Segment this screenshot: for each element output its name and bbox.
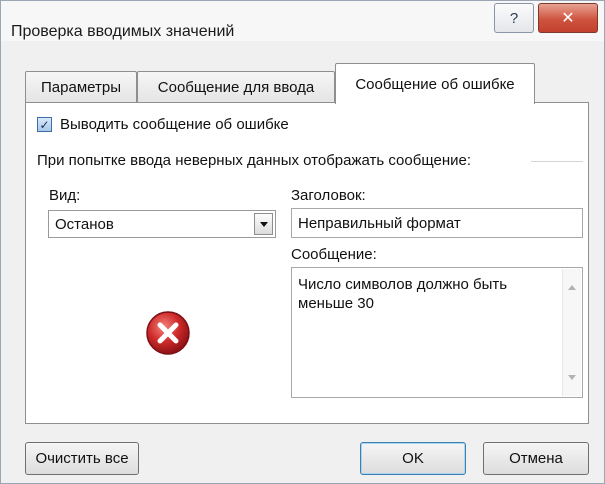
show-error-checkbox-label[interactable]: Выводить сообщение об ошибке [60,116,289,133]
chevron-down-icon[interactable] [254,213,273,235]
instruction-text: При попытке ввода неверных данных отобра… [37,152,472,169]
help-icon: ? [509,9,519,27]
message-scrollbar[interactable] [562,269,581,396]
tab-input-message[interactable]: Сообщение для ввода [137,71,335,103]
tab-error-alert[interactable]: Сообщение об ошибке [335,63,535,104]
show-error-checkbox[interactable]: ✓ [37,117,52,132]
tab-label: Сообщение об ошибке [355,75,515,93]
scroll-down-icon[interactable] [568,375,576,380]
clear-all-label: Очистить все [35,450,129,467]
title-input-value: Неправильный формат [298,215,461,232]
title-bar: Проверка вводимых значений ? ✕ [1,1,604,41]
cancel-button[interactable]: Отмена [483,442,589,475]
close-icon: ✕ [561,10,575,27]
style-label: Вид: [49,187,81,204]
ok-label: OK [402,450,424,467]
title-label: Заголовок: [291,187,366,204]
message-label: Сообщение: [291,246,377,263]
message-textarea[interactable]: Число символов должно быть меньше 30 [291,267,583,398]
title-input[interactable]: Неправильный формат [291,208,583,238]
group-separator [531,161,583,162]
ok-button[interactable]: OK [360,442,466,475]
scroll-up-icon[interactable] [568,285,576,290]
tab-parameters[interactable]: Параметры [25,71,137,103]
close-button[interactable]: ✕ [538,3,598,33]
message-text: Число символов должно быть меньше 30 [298,276,508,312]
check-mark-icon: ✓ [39,117,50,132]
help-button[interactable]: ? [494,3,534,33]
cancel-label: Отмена [509,450,563,467]
tab-label: Параметры [41,79,121,96]
tab-label: Сообщение для ввода [157,79,315,96]
style-select[interactable]: Останов [48,210,276,238]
clear-all-button[interactable]: Очистить все [25,442,139,475]
style-select-value: Останов [55,216,114,233]
data-validation-dialog: Проверка вводимых значений ? ✕ Параметры… [0,0,605,484]
error-stop-icon [146,311,190,355]
dialog-title: Проверка вводимых значений [11,23,235,40]
